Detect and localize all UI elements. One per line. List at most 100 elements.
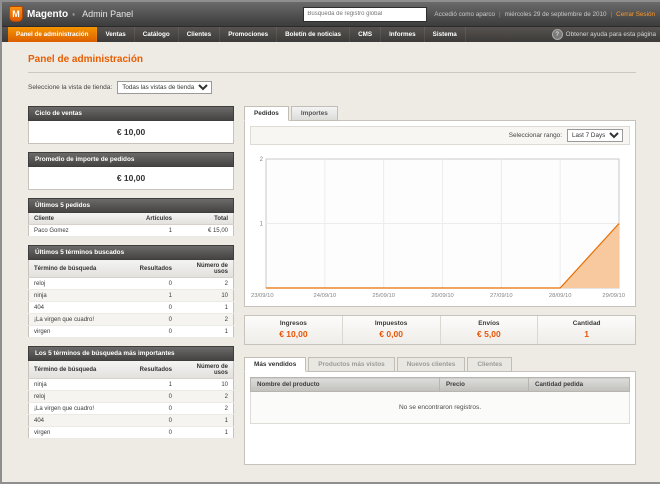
orders-chart-panel: Seleccionar rango: Last 7 Days 1223/09/1… <box>244 120 636 307</box>
totals-bar: Ingresos € 10,00 Impuestos € 0,00 Envíos… <box>244 315 636 345</box>
nav-dashboard[interactable]: Panel de administración <box>8 27 97 42</box>
tab-productos-mas-vistos[interactable]: Productos más vistos <box>308 357 394 372</box>
tab-clientes[interactable]: Clientes <box>467 357 512 372</box>
table-row: virgen01 <box>29 427 234 439</box>
dashboard-columns: Ciclo de ventas € 10,00 Promedio de impo… <box>28 106 636 465</box>
table-row: ninja110 <box>29 379 234 391</box>
range-label: Seleccionar rango: <box>509 132 562 139</box>
nav-informes[interactable]: Informes <box>381 27 425 42</box>
lifetime-sales-box: Ciclo de ventas € 10,00 <box>28 106 234 144</box>
logout-link[interactable]: Cerrar Sesión <box>616 11 655 18</box>
box-title: Últimos 5 pedidos <box>28 198 234 213</box>
right-column: Pedidos Importes Seleccionar rango: Last… <box>244 106 636 465</box>
svg-text:27/09/10: 27/09/10 <box>490 293 513 299</box>
col-header-termino: Término de búsqueda <box>29 361 130 379</box>
nav-boletin[interactable]: Boletín de noticias <box>277 27 350 42</box>
stat-ingresos: Ingresos € 10,00 <box>245 316 342 344</box>
table-row: reloj02 <box>29 278 234 290</box>
table-row: ¡La virgen que cuadro!02 <box>29 403 234 415</box>
svg-text:26/09/10: 26/09/10 <box>431 293 454 299</box>
nav-clientes[interactable]: Clientes <box>179 27 221 42</box>
left-column: Ciclo de ventas € 10,00 Promedio de impo… <box>28 106 234 439</box>
magento-logo-icon: M <box>9 6 23 22</box>
svg-text:23/09/10: 23/09/10 <box>251 293 274 299</box>
svg-text:28/09/10: 28/09/10 <box>549 293 572 299</box>
box-title: Últimos 5 términos buscados <box>28 245 234 260</box>
box-title: Promedio de importe de pedidos <box>28 152 234 167</box>
table-row: 40401 <box>29 415 234 427</box>
tab-pedidos[interactable]: Pedidos <box>244 106 289 121</box>
table-row: 40401 <box>29 302 234 314</box>
top-search-terms-box: Los 5 términos de búsqueda más important… <box>28 346 234 439</box>
tab-importes[interactable]: Importes <box>291 106 338 121</box>
tab-nuevos-clientes[interactable]: Nuevos clientes <box>397 357 466 372</box>
page-title: Panel de administración <box>28 54 636 65</box>
help-link[interactable]: ? Obtener ayuda para esta página <box>552 27 656 42</box>
range-toolbar: Seleccionar rango: Last 7 Days <box>250 126 630 145</box>
bestsellers-panel: Nombre del producto Precio Cantidad pedi… <box>244 371 636 465</box>
top-search-terms-table: Término de búsqueda Resultados Número de… <box>28 361 234 439</box>
col-header-cliente: Cliente <box>29 213 130 225</box>
svg-text:2: 2 <box>260 157 264 163</box>
col-header-resultados: Resultados <box>129 361 177 379</box>
stat-impuestos: Impuestos € 0,00 <box>342 316 440 344</box>
stat-cantidad: Cantidad 1 <box>537 316 635 344</box>
stat-label: Impuestos <box>343 320 440 327</box>
empty-row: No se encontraron registros. <box>251 392 630 424</box>
stat-value: 1 <box>538 329 635 339</box>
help-label: Obtener ayuda para esta página <box>566 31 656 38</box>
table-row: ninja110 <box>29 290 234 302</box>
title-divider <box>28 72 636 73</box>
nav-promociones[interactable]: Promociones <box>220 27 277 42</box>
store-view-label: Seleccione la vista de tienda: <box>28 84 112 91</box>
box-title: Ciclo de ventas <box>28 106 234 121</box>
stat-label: Cantidad <box>538 320 635 327</box>
separator: | <box>611 11 613 18</box>
col-header-termino: Término de búsqueda <box>29 260 130 278</box>
svg-text:25/09/10: 25/09/10 <box>372 293 395 299</box>
bestsellers-table: Nombre del producto Precio Cantidad pedi… <box>250 377 630 424</box>
logo-subtitle: Admin Panel <box>82 9 133 19</box>
tab-mas-vendidos[interactable]: Más vendidos <box>244 357 306 372</box>
col-header-usos: Número de usos <box>177 361 234 379</box>
logged-in-as: Accedió como aparco <box>434 11 495 18</box>
stat-value: € 10,00 <box>245 329 342 339</box>
last-orders-box: Últimos 5 pedidos Cliente Artículos Tota… <box>28 198 234 237</box>
top-header: M Magento ® Admin Panel Accedió como apar… <box>2 2 660 27</box>
col-header-total: Total <box>177 213 234 225</box>
store-view-select[interactable]: Todas las vistas de tienda <box>117 81 212 94</box>
current-date: miércoles 29 de septiembre de 2010 <box>505 11 607 18</box>
magento-logo: M Magento ® Admin Panel <box>9 6 133 22</box>
svg-text:24/09/10: 24/09/10 <box>314 293 337 299</box>
col-header-producto: Nombre del producto <box>251 378 440 392</box>
stat-envios: Envíos € 5,00 <box>440 316 538 344</box>
global-search-input[interactable] <box>303 7 427 22</box>
col-header-usos: Número de usos <box>177 260 234 278</box>
stat-label: Ingresos <box>245 320 342 327</box>
chart-tabs: Pedidos Importes <box>244 106 636 121</box>
range-select[interactable]: Last 7 Days <box>567 129 623 142</box>
nav-ventas[interactable]: Ventas <box>97 27 134 42</box>
last-orders-table: Cliente Artículos Total Paco Gomez1€ 15,… <box>28 213 234 237</box>
table-row: virgen01 <box>29 326 234 338</box>
stat-value: € 0,00 <box>343 329 440 339</box>
separator: | <box>499 11 501 18</box>
orders-chart: 1223/09/1024/09/1025/09/1026/09/1027/09/… <box>250 151 626 301</box>
col-header-cantidad: Cantidad pedida <box>529 378 630 392</box>
table-row: Paco Gomez1€ 15,00 <box>29 225 234 237</box>
average-orders-box: Promedio de importe de pedidos € 10,00 <box>28 152 234 190</box>
empty-message: No se encontraron registros. <box>251 392 630 424</box>
nav-catalogo[interactable]: Catálogo <box>135 27 179 42</box>
logo-title: Magento <box>27 9 68 20</box>
nav-cms[interactable]: CMS <box>350 27 381 42</box>
last-search-terms-table: Término de búsqueda Resultados Número de… <box>28 260 234 338</box>
table-row: reloj02 <box>29 391 234 403</box>
nav-sistema[interactable]: Sistema <box>425 27 466 42</box>
registered-mark: ® <box>72 12 75 17</box>
page-content: Panel de administración Seleccione la vi… <box>2 54 660 465</box>
svg-text:29/09/10: 29/09/10 <box>602 293 625 299</box>
magento-admin-window: M Magento ® Admin Panel Accedió como apar… <box>0 0 660 484</box>
main-nav: Panel de administración Ventas Catálogo … <box>2 27 660 42</box>
table-row: ¡La virgen que cuadro!02 <box>29 314 234 326</box>
col-header-articulos: Artículos <box>129 213 177 225</box>
